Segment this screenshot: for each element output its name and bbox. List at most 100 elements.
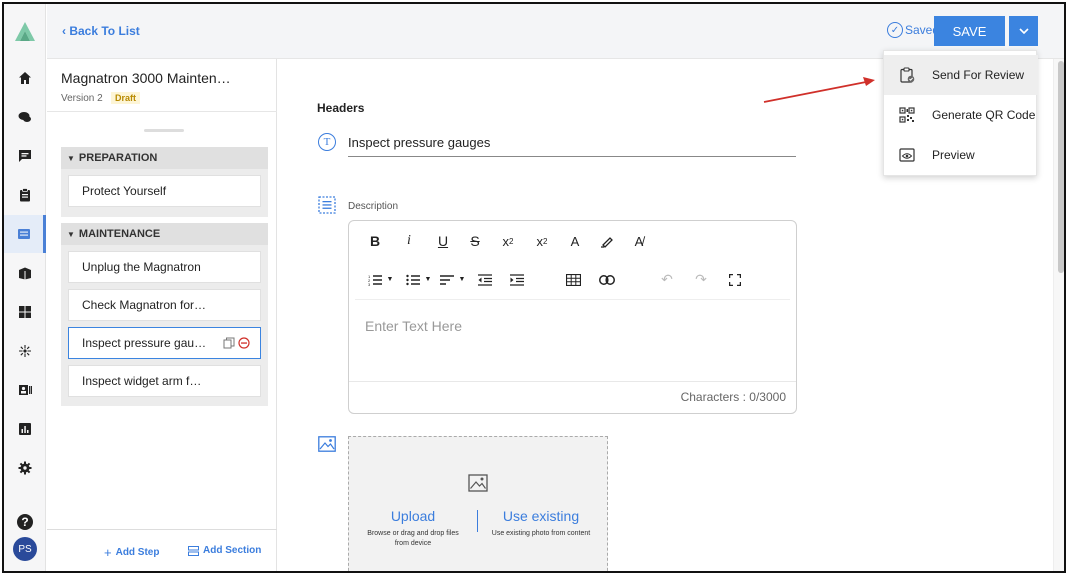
add-section-button[interactable]: Add Section [188, 545, 261, 556]
use-existing-option[interactable]: Use existing Use existing photo from con… [491, 508, 591, 539]
nav-dashboard-icon[interactable] [4, 293, 46, 331]
step-item[interactable]: Protect Yourself [68, 175, 261, 207]
nav-settings-icon[interactable] [4, 449, 46, 487]
step-label: Inspect pressure gau… [82, 336, 207, 350]
save-button[interactable]: SAVE [934, 16, 1005, 46]
nav-clipboard-icon[interactable] [4, 176, 46, 214]
step-item-selected[interactable]: Inspect pressure gau… [68, 327, 261, 359]
add-section-label: Add Section [203, 545, 262, 556]
back-to-list-link[interactable]: ‹ Back To List [62, 24, 140, 38]
link-icon[interactable] [597, 274, 617, 285]
step-label: Check Magnatron for… [82, 298, 207, 312]
nav-message-icon[interactable] [4, 137, 46, 175]
caret-down-icon[interactable]: ▼ [457, 276, 467, 283]
preview-icon [899, 148, 915, 162]
char-count-bar: Characters : 0/3000 [349, 381, 796, 413]
formatting-toolbar-row-2: 123 ▼ ▼ ▼ ↶ ↷ [365, 271, 745, 288]
avatar[interactable]: PS [13, 537, 37, 561]
strikethrough-icon[interactable]: S [465, 233, 485, 249]
upload-label: Upload [390, 508, 436, 524]
clipboard-check-icon [900, 67, 915, 83]
panel-footer: + Add Step Add Section [47, 529, 277, 571]
step-label: Inspect widget arm f… [82, 374, 202, 388]
help-icon[interactable]: ? [17, 514, 33, 530]
caret-down-icon[interactable]: ▼ [385, 276, 395, 283]
nav-home-icon[interactable] [4, 59, 46, 97]
section-title: MAINTENANCE [78, 228, 161, 240]
nav-integrations-icon[interactable] [4, 332, 46, 370]
outdent-icon[interactable] [475, 273, 495, 286]
saved-status: ✓ Saved [887, 22, 939, 38]
bullet-list-icon[interactable] [403, 274, 423, 286]
description-label: Description [348, 201, 399, 212]
section-preparation: ▼ PREPARATION Protect Yourself [61, 147, 268, 217]
step-item[interactable]: Unplug the Magnatron [68, 251, 261, 283]
section-header[interactable]: ▼ MAINTENANCE [61, 223, 268, 245]
indent-icon[interactable] [507, 273, 527, 286]
undo-icon[interactable]: ↶ [657, 271, 677, 288]
divider [477, 510, 478, 532]
nav-procedures-icon[interactable] [4, 215, 46, 253]
caret-down-icon[interactable]: ▼ [423, 276, 433, 283]
headers-label: Headers [317, 101, 365, 115]
section-header[interactable]: ▼ PREPARATION [61, 147, 268, 169]
chevron-down-icon [1018, 28, 1029, 34]
add-step-button[interactable]: + Add Step [104, 545, 159, 560]
nav-chat-icon[interactable] [4, 98, 46, 136]
highlight-icon[interactable] [597, 234, 617, 248]
scrollbar-thumb[interactable] [1058, 61, 1064, 273]
nav-library-icon[interactable] [4, 254, 46, 292]
app-window: ? PS ‹ Back To List ✓ Saved SAVE Magnatr… [2, 2, 1066, 573]
upload-option[interactable]: Upload Browse or drag and drop files fro… [363, 508, 463, 549]
scrollbar[interactable] [1053, 59, 1064, 571]
step-item[interactable]: Check Magnatron for… [68, 289, 261, 321]
section-maintenance: ▼ MAINTENANCE Unplug the Magnatron Check… [61, 223, 268, 406]
description-icon [318, 196, 336, 214]
formatting-toolbar-row-1: B i U S x2 x2 A A̸ [365, 233, 649, 249]
image-type-icon [318, 436, 336, 452]
text-color-icon[interactable]: A [565, 234, 585, 249]
menu-item-generate-qr-code[interactable]: Generate QR Code [884, 95, 1038, 135]
redo-icon[interactable]: ↷ [691, 271, 711, 288]
copy-icon[interactable] [223, 337, 235, 349]
nav-users-icon[interactable] [4, 371, 46, 409]
fullscreen-icon[interactable] [725, 273, 745, 286]
remove-icon[interactable] [238, 337, 250, 349]
italic-icon[interactable]: i [399, 233, 419, 249]
ordered-list-icon[interactable]: 123 [365, 274, 385, 286]
section-title: PREPARATION [78, 152, 158, 164]
save-options-menu: Send For Review Generate QR Code Preview [883, 50, 1038, 176]
image-placeholder-icon [468, 474, 488, 492]
superscript-icon[interactable]: x2 [531, 234, 553, 249]
step-title-input[interactable]: Inspect pressure gauges [348, 133, 796, 157]
editor-placeholder[interactable]: Enter Text Here [365, 318, 462, 334]
rich-text-editor[interactable]: B i U S x2 x2 A A̸ 1 2 3 ▼ ▼ ▼ ↶ ↷ Enter… [348, 220, 797, 414]
subscript-icon[interactable]: x2 [497, 234, 519, 249]
menu-item-label: Preview [932, 148, 975, 162]
bold-icon[interactable]: B [365, 233, 385, 249]
image-upload-dropzone[interactable]: Upload Browse or drag and drop files fro… [348, 436, 608, 571]
plus-icon: + [104, 545, 112, 560]
clear-format-icon[interactable]: A̸ [629, 234, 649, 249]
back-label: Back To List [69, 24, 140, 38]
menu-item-send-for-review[interactable]: Send For Review [884, 55, 1038, 95]
save-options-button[interactable] [1009, 16, 1038, 46]
use-existing-hint: Use existing photo from content [491, 530, 591, 537]
upload-hint: Browse or drag and drop files from devic… [367, 530, 459, 547]
table-icon[interactable] [563, 273, 583, 286]
nav-reports-icon[interactable] [4, 410, 46, 448]
toolbar-divider [355, 299, 790, 300]
app-logo-icon[interactable] [13, 20, 37, 44]
menu-item-preview[interactable]: Preview [884, 135, 1038, 175]
drag-handle[interactable] [144, 129, 184, 132]
annotation-arrow [763, 77, 875, 103]
caret-down-icon: ▼ [67, 229, 75, 239]
step-label: Protect Yourself [82, 184, 167, 198]
nav-rail: ? PS [4, 4, 46, 571]
align-icon[interactable] [437, 274, 457, 286]
check-circle-icon: ✓ [887, 22, 903, 38]
step-item[interactable]: Inspect widget arm f… [68, 365, 261, 397]
underline-icon[interactable]: U [433, 233, 453, 249]
caret-down-icon: ▼ [67, 153, 75, 163]
menu-item-label: Send For Review [932, 68, 1025, 82]
